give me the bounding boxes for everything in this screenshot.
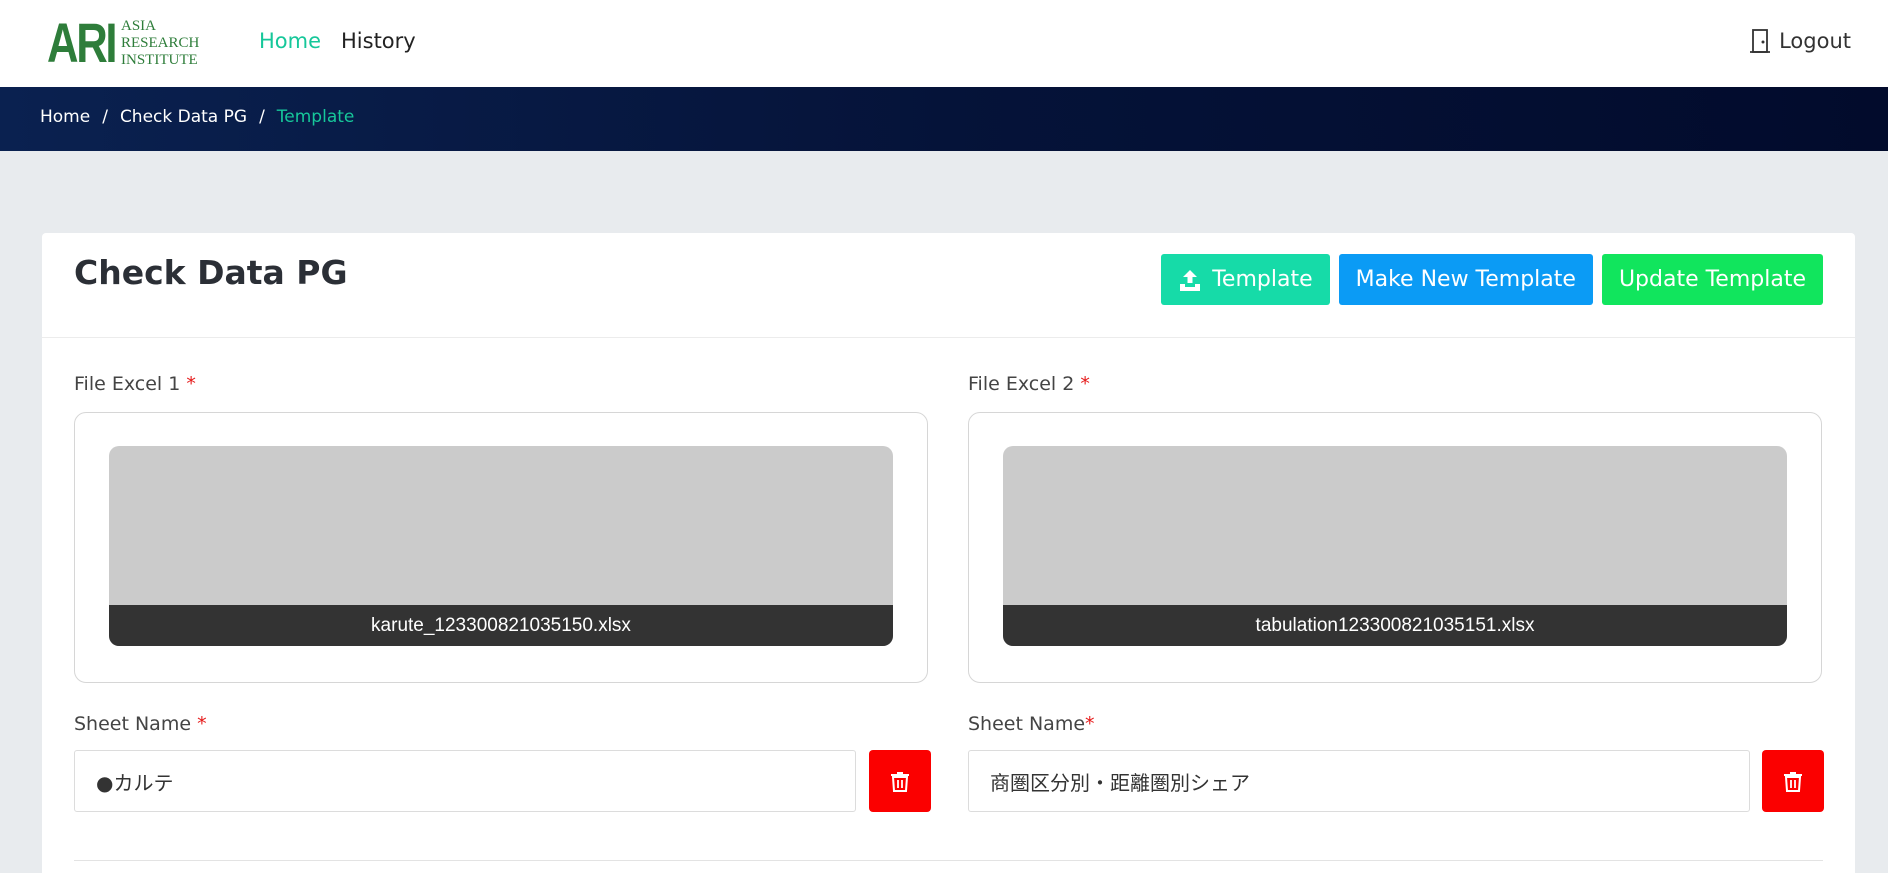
ari-logo[interactable]: ARI ASIA RESEARCH INSTITUTE	[47, 11, 199, 74]
breadcrumb-separator: /	[102, 107, 108, 127]
breadcrumb-home[interactable]: Home	[40, 107, 90, 127]
make-new-template-button[interactable]: Make New Template	[1338, 254, 1593, 305]
breadcrumb-bar: Home / Check Data PG / Template	[0, 87, 1888, 151]
file-excel-2-text: File Excel 2	[968, 373, 1075, 395]
required-mark: *	[1080, 373, 1090, 395]
upload-template-label: Template	[1212, 267, 1313, 292]
file-excel-1-text: File Excel 1	[74, 373, 181, 395]
logout-button[interactable]: Logout	[1749, 28, 1851, 54]
door-icon	[1750, 29, 1771, 53]
breadcrumb: Home / Check Data PG / Template	[40, 107, 354, 127]
upload-icon	[1180, 269, 1201, 291]
delete-sheet-1-button[interactable]	[869, 750, 931, 812]
nav-home-link[interactable]: Home	[259, 29, 321, 53]
update-template-button[interactable]: Update Template	[1601, 254, 1823, 305]
divider	[74, 860, 1823, 861]
breadcrumb-current: Template	[276, 107, 355, 127]
file-excel-2-filename: tabulation123300821035151.xlsx	[1003, 605, 1787, 646]
top-navbar: ARI ASIA RESEARCH INSTITUTE Home History…	[0, 0, 1888, 87]
logo-line: RESEARCH	[121, 34, 200, 51]
file-preview: tabulation123300821035151.xlsx	[1003, 446, 1787, 646]
logo-line: ASIA	[121, 17, 157, 34]
logo-mark: ARI	[47, 11, 118, 74]
file-excel-1-label: File Excel 1 *	[74, 373, 196, 395]
header-actions: Template Make New Template Update Templa…	[1161, 254, 1823, 305]
sheet-name-2-text: Sheet Name	[968, 713, 1086, 735]
file-excel-2-label: File Excel 2 *	[968, 373, 1090, 395]
required-mark: *	[186, 373, 196, 395]
sheet-name-2-input[interactable]: 商圏区分別・距離圏別シェア	[968, 750, 1750, 812]
file-preview: karute_123300821035150.xlsx	[109, 446, 893, 646]
upload-template-button[interactable]: Template	[1161, 254, 1330, 305]
breadcrumb-check-data[interactable]: Check Data PG	[120, 107, 247, 127]
file-excel-1-dropzone[interactable]: karute_123300821035150.xlsx	[74, 412, 928, 683]
trash-icon	[891, 772, 909, 792]
file-excel-1-filename: karute_123300821035150.xlsx	[109, 605, 893, 646]
logo-text: ASIA RESEARCH INSTITUTE	[121, 18, 199, 69]
trash-icon	[1784, 772, 1802, 792]
logout-label: Logout	[1779, 29, 1851, 53]
required-mark: *	[197, 713, 207, 735]
nav-history-link[interactable]: History	[341, 29, 416, 53]
delete-sheet-2-button[interactable]	[1762, 750, 1824, 812]
logo-line: INSTITUTE	[121, 51, 198, 68]
sheet-name-1-text: Sheet Name	[74, 713, 192, 735]
card-header: Check Data PG Template Make New Template…	[42, 233, 1855, 338]
main-card: Check Data PG Template Make New Template…	[42, 233, 1855, 873]
sheet-name-1-input[interactable]: ●カルテ	[74, 750, 856, 812]
required-mark: *	[1085, 713, 1095, 735]
sheet-name-2-label: Sheet Name*	[968, 713, 1095, 735]
page-title: Check Data PG	[74, 253, 348, 292]
file-excel-2-dropzone[interactable]: tabulation123300821035151.xlsx	[968, 412, 1822, 683]
breadcrumb-separator: /	[259, 107, 265, 127]
sheet-name-1-label: Sheet Name *	[74, 713, 207, 735]
